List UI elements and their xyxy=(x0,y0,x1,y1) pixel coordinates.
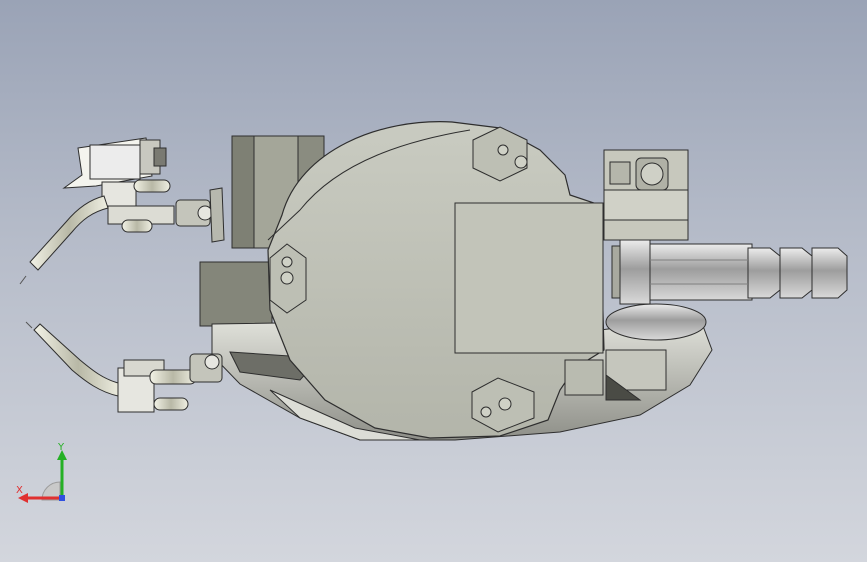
upper-welding-torch xyxy=(19,137,225,285)
x-axis-label: X xyxy=(16,485,23,496)
y-axis-label: Y xyxy=(58,442,65,453)
drive-shaft xyxy=(611,239,848,305)
z-axis-marker xyxy=(59,495,65,501)
coordinate-triad xyxy=(18,450,67,503)
right-carriage xyxy=(603,149,689,241)
hex-plate-left xyxy=(269,243,307,314)
cad-viewport[interactable]: X Y xyxy=(0,0,867,562)
rotary-housing xyxy=(267,121,605,439)
lower-welding-torch xyxy=(25,321,223,413)
welding-fixture-model[interactable] xyxy=(0,0,867,562)
